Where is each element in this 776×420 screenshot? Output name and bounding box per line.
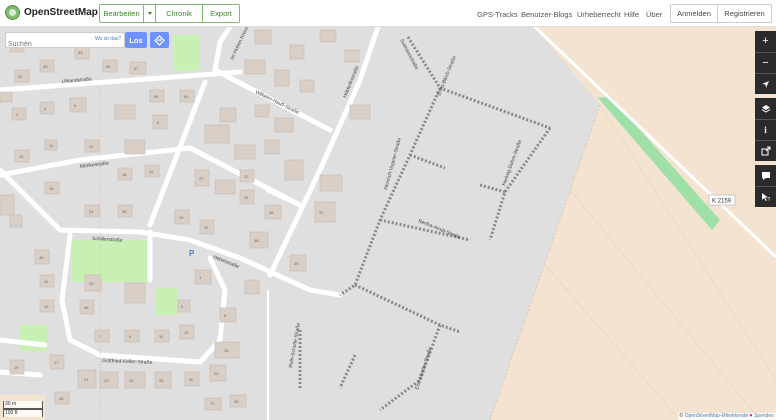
house-number: 46 [84, 305, 89, 310]
export-button[interactable]: Export [203, 4, 240, 23]
house-number: 31 [204, 225, 209, 230]
edit-dropdown-toggle[interactable] [144, 4, 156, 23]
heart-icon: ♥ [749, 413, 753, 419]
search-box: Wo ist das? [5, 32, 125, 52]
search-input[interactable] [6, 37, 94, 52]
search-go-button[interactable]: Los [125, 32, 147, 48]
locate-icon [762, 80, 769, 88]
where-is-this-link[interactable]: Wo ist das? [95, 36, 121, 42]
share-button[interactable] [755, 140, 776, 161]
house-number: 36 [269, 210, 274, 215]
house-number: 20 [214, 371, 219, 376]
nav-link-gps-tracks[interactable]: GPS-Tracks [477, 10, 518, 19]
register-button[interactable]: Registrieren [717, 4, 772, 23]
house-number: 24 [89, 209, 94, 214]
house-number: 17 [54, 360, 59, 365]
house-number: 40 [39, 255, 44, 260]
house-number: 26 [122, 209, 127, 214]
osm-logo-icon [5, 5, 20, 20]
house-number: 18 [122, 172, 127, 177]
directions-icon [154, 34, 165, 46]
house-number: 10 [19, 154, 24, 159]
house-number: 27 [199, 176, 204, 181]
chevron-down-icon [147, 12, 152, 15]
layers-icon [761, 104, 770, 113]
osm-app: P Im Hohen Kreuz Uhlandstraße Wilhelm-Ha… [0, 0, 776, 420]
map-canvas[interactable]: P Im Hohen Kreuz Uhlandstraße Wilhelm-Ha… [0, 27, 776, 420]
scale-imperial: 100 ft [3, 409, 43, 417]
house-number: 29 [179, 215, 184, 220]
house-number: 41 [44, 279, 49, 284]
house-number: 37 [319, 210, 324, 215]
house-number: 15 [224, 348, 229, 353]
map-info-button[interactable]: i [755, 119, 776, 140]
house-number: 22 [149, 169, 154, 174]
top-header: OpenStreetMap Bearbeiten Chronik Export … [0, 0, 776, 27]
login-button[interactable]: Anmelden [670, 4, 718, 23]
scale-metric: 30 m [3, 401, 43, 409]
attribution: © OpenStreetMap-Mitwirkende ♥ Spenden [677, 413, 776, 420]
house-number: 57 [134, 66, 139, 71]
house-number: 51 [18, 74, 23, 79]
parking-symbol: P [189, 249, 195, 258]
layers-button[interactable] [755, 98, 776, 119]
house-number: 34 [244, 195, 249, 200]
house-number: 25 [129, 378, 134, 383]
locate-button[interactable] [755, 73, 776, 94]
edit-button-group: Bearbeiten Chronik Export [99, 4, 240, 23]
site-name: OpenStreetMap [24, 7, 98, 18]
house-number: 49 [43, 64, 48, 69]
site-logo[interactable]: OpenStreetMap [5, 5, 98, 20]
house-number: 55 [106, 64, 111, 69]
house-number: 71 [210, 401, 215, 406]
house-number: 59 [154, 94, 159, 99]
info-icon: i [764, 124, 767, 135]
house-number: 28 [159, 378, 164, 383]
zoom-out-button[interactable]: − [755, 52, 776, 73]
directions-button[interactable] [150, 32, 169, 48]
park [174, 35, 200, 71]
nav-link-copyright[interactable]: Urheberrecht [577, 10, 621, 19]
house-number: 35 [59, 396, 64, 401]
zoom-in-button[interactable]: + [755, 31, 776, 52]
query-icon: ? [761, 193, 770, 202]
house-number: 43 [89, 281, 94, 286]
donate-link[interactable]: Spenden [754, 413, 774, 419]
copyright-symbol: © [679, 413, 684, 419]
scale-bar: 30 m 100 ft [3, 401, 43, 417]
query-features-button[interactable]: ? [755, 186, 776, 207]
house-number: 19 [14, 365, 19, 370]
house-number: 39 [294, 261, 299, 266]
svg-text:?: ? [767, 197, 770, 202]
edit-button[interactable]: Bearbeiten [99, 4, 144, 23]
house-number: 12 [49, 143, 54, 148]
house-number: 42 [44, 304, 49, 309]
park [72, 240, 147, 282]
house-number: 13 [184, 330, 189, 335]
house-number: 21 [84, 377, 89, 382]
house-number: 38 [254, 238, 259, 243]
house-number: 33 [234, 399, 239, 404]
house-number: 23 [104, 378, 109, 383]
nav-link-help[interactable]: Hilfe [624, 10, 639, 19]
house-number: 32 [244, 174, 249, 179]
park [156, 288, 178, 315]
history-button[interactable]: Chronik [156, 4, 203, 23]
nav-link-user-blogs[interactable]: Benutzer-Blogs [521, 10, 572, 19]
contributors-link[interactable]: OpenStreetMap-Mitwirkende [685, 413, 749, 419]
house-number: 16 [49, 186, 54, 191]
note-icon [761, 171, 770, 180]
share-icon [761, 146, 770, 156]
house-number: 14 [89, 144, 94, 149]
road-ref-label: K 2159 [712, 199, 732, 205]
house-number: 61 [184, 94, 189, 99]
house-number: 30 [189, 377, 194, 382]
add-note-button[interactable] [755, 165, 776, 186]
nav-link-about[interactable]: Über [646, 10, 662, 19]
